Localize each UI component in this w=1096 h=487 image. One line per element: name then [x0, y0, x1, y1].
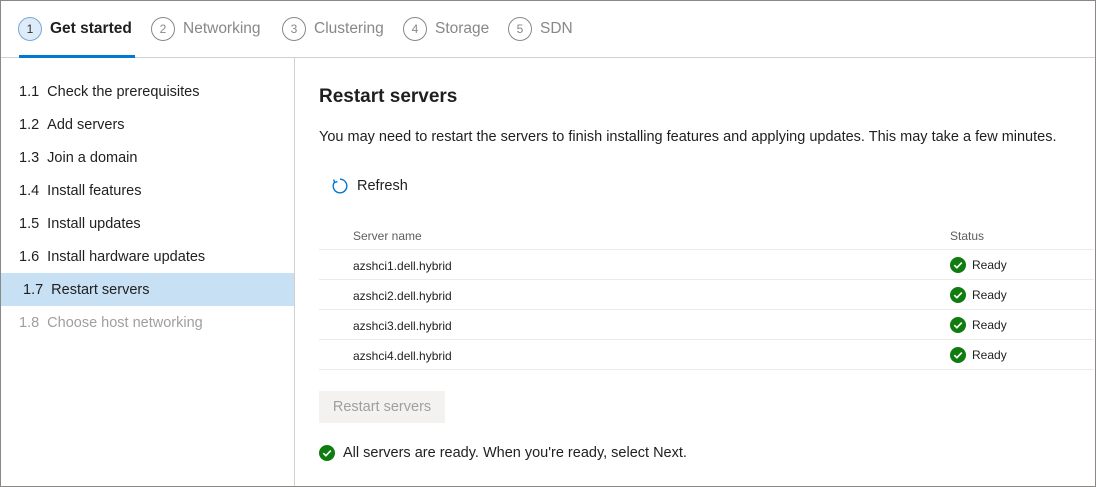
table-row[interactable]: azshci1.dell.hybrid Ready [319, 250, 1094, 280]
sidebar-nav: 1.1 Check the prerequisites 1.2 Add serv… [1, 58, 295, 486]
sidebar-item-install-hardware-updates[interactable]: 1.6 Install hardware updates [1, 240, 294, 273]
sidebar-item-label: Join a domain [47, 149, 138, 166]
step-label: Clustering [314, 20, 384, 37]
refresh-button[interactable]: Refresh [331, 177, 408, 195]
sidebar-item-install-updates[interactable]: 1.5 Install updates [1, 207, 294, 240]
column-header-server-name[interactable]: Server name [353, 229, 422, 243]
server-name-cell: azshci1.dell.hybrid [353, 259, 452, 273]
sidebar-item-label: Add servers [47, 116, 125, 133]
refresh-label: Refresh [357, 178, 408, 194]
sidebar-item-number: 1.7 [23, 281, 44, 298]
sidebar-item-join-domain[interactable]: 1.3 Join a domain [1, 141, 294, 174]
sidebar-item-label: Install updates [47, 215, 141, 232]
sidebar-item-label: Install hardware updates [47, 248, 206, 265]
page-title: Restart servers [319, 86, 458, 107]
step-number-badge: 4 [403, 17, 427, 41]
check-circle-icon [950, 257, 966, 273]
step-label: Get started [50, 20, 132, 37]
step-number-badge: 3 [282, 17, 306, 41]
status-text: Ready [972, 288, 1007, 302]
check-circle-icon [950, 347, 966, 363]
sidebar-item-number: 1.1 [19, 83, 40, 100]
sidebar-item-number: 1.5 [19, 215, 40, 232]
step-clustering[interactable]: 3 Clustering [282, 16, 384, 42]
status-cell: Ready [950, 347, 1007, 363]
sidebar-item-label: Restart servers [51, 281, 150, 298]
table-row[interactable]: azshci4.dell.hybrid Ready [319, 340, 1094, 370]
column-header-status[interactable]: Status [950, 229, 984, 243]
step-label: Storage [435, 20, 490, 37]
step-label: Networking [183, 20, 261, 37]
status-cell: Ready [950, 257, 1007, 273]
sidebar-item-number: 1.6 [19, 248, 40, 265]
sidebar-item-add-servers[interactable]: 1.2 Add servers [1, 108, 294, 141]
status-cell: Ready [950, 317, 1007, 333]
step-number-badge: 2 [151, 17, 175, 41]
step-number-badge: 5 [508, 17, 532, 41]
table-row[interactable]: azshci3.dell.hybrid Ready [319, 310, 1094, 340]
check-circle-icon [319, 445, 335, 461]
step-networking[interactable]: 2 Networking [151, 16, 261, 42]
sidebar-item-label: Install features [47, 182, 142, 199]
step-label: SDN [540, 20, 573, 37]
wizard-stepper: 1 Get started 2 Networking 3 Clustering … [1, 1, 1095, 58]
table-header: Server name Status [319, 223, 1094, 250]
status-text: Ready [972, 348, 1007, 362]
page-description: You may need to restart the servers to f… [319, 129, 1057, 145]
sidebar-item-label: Check the prerequisites [47, 83, 200, 100]
sidebar-item-check-prerequisites[interactable]: 1.1 Check the prerequisites [1, 75, 294, 108]
sidebar-item-number: 1.3 [19, 149, 40, 166]
sidebar-item-label: Choose host networking [47, 314, 203, 331]
sidebar-item-number: 1.2 [19, 116, 40, 133]
check-circle-icon [950, 317, 966, 333]
status-text: Ready [972, 318, 1007, 332]
server-name-cell: azshci2.dell.hybrid [353, 289, 452, 303]
server-name-cell: azshci4.dell.hybrid [353, 349, 452, 363]
sidebar-item-number: 1.8 [19, 314, 40, 331]
step-storage[interactable]: 4 Storage [403, 16, 489, 42]
servers-table: Server name Status azshci1.dell.hybrid R… [319, 223, 1094, 370]
refresh-icon [331, 177, 357, 195]
ready-message-text: All servers are ready. When you're ready… [343, 445, 687, 461]
restart-servers-button[interactable]: Restart servers [319, 391, 445, 423]
sidebar-item-install-features[interactable]: 1.4 Install features [1, 174, 294, 207]
step-number-badge: 1 [18, 17, 42, 41]
step-get-started[interactable]: 1 Get started [18, 16, 132, 42]
sidebar-item-restart-servers[interactable]: 1.7 Restart servers [1, 273, 294, 306]
status-cell: Ready [950, 287, 1007, 303]
step-sdn[interactable]: 5 SDN [508, 16, 573, 42]
check-circle-icon [950, 287, 966, 303]
ready-message: All servers are ready. When you're ready… [319, 445, 687, 461]
server-name-cell: azshci3.dell.hybrid [353, 319, 452, 333]
table-row[interactable]: azshci2.dell.hybrid Ready [319, 280, 1094, 310]
main-content: Restart servers You may need to restart … [296, 58, 1095, 486]
status-text: Ready [972, 258, 1007, 272]
sidebar-item-number: 1.4 [19, 182, 40, 199]
sidebar-item-choose-host-networking: 1.8 Choose host networking [1, 306, 294, 339]
